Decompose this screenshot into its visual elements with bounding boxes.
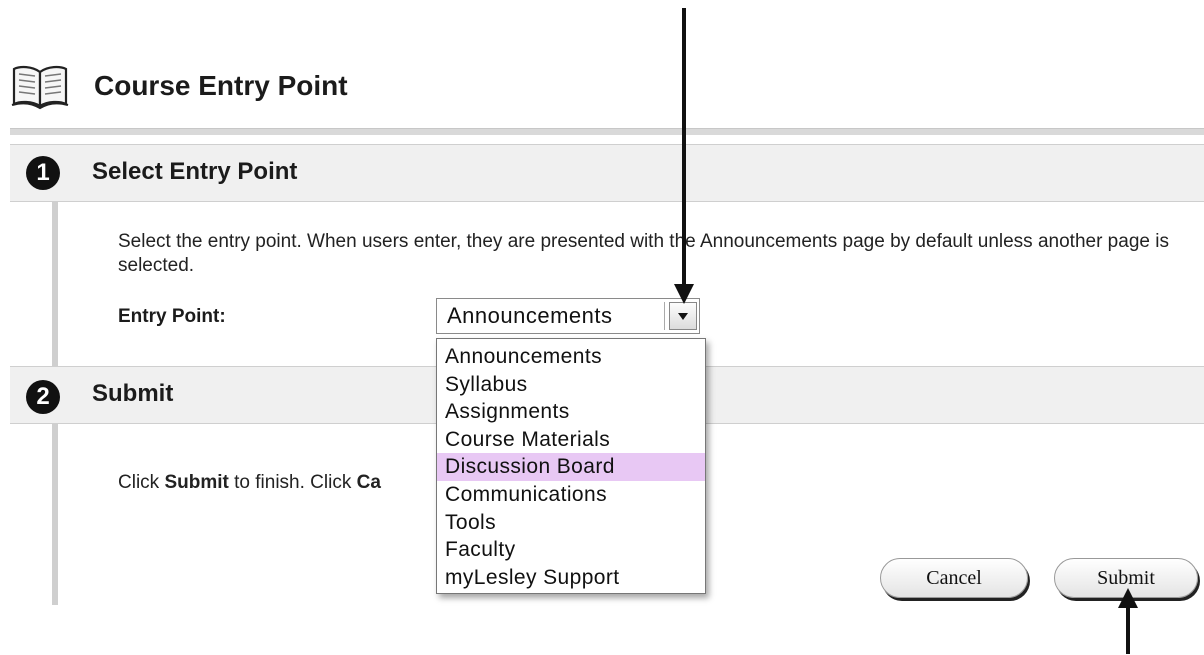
book-icon (11, 65, 69, 110)
step2-guide-line (52, 423, 58, 605)
submit-instructions: Click Submit to finish. Click Ca (118, 472, 381, 494)
dropdown-option-communications[interactable]: Communications (437, 481, 705, 509)
page-title: Course Entry Point (94, 70, 348, 101)
dropdown-option-faculty[interactable]: Faculty (437, 536, 705, 564)
dropdown-option-discussion-board[interactable]: Discussion Board (437, 453, 705, 481)
chevron-down-icon[interactable] (669, 302, 697, 330)
submit-text-middle: to finish. Click (228, 472, 357, 493)
entry-point-select[interactable]: Announcements (436, 298, 700, 334)
dropdown-option-announcements[interactable]: Announcements (437, 343, 705, 371)
entry-point-dropdown-list[interactable]: Announcements Syllabus Assignments Cours… (436, 338, 706, 594)
dropdown-option-course-materials[interactable]: Course Materials (437, 426, 705, 454)
annotation-arrow-top-head (674, 284, 694, 304)
step2-title: Submit (92, 380, 174, 407)
step2-number-badge: 2 (26, 380, 60, 414)
annotation-arrow-top-line (682, 8, 686, 286)
step1-instructions: Select the entry point. When users enter… (118, 231, 1169, 276)
dropdown-option-syllabus[interactable]: Syllabus (437, 371, 705, 399)
submit-text-submit: Submit (164, 472, 229, 493)
step1-guide-line (52, 201, 58, 366)
submit-text-prefix: Click (118, 472, 165, 493)
submit-text-cancel: Ca (356, 472, 381, 493)
dropdown-option-mylesley-support[interactable]: myLesley Support (437, 564, 705, 592)
entry-point-label: Entry Point: (118, 306, 226, 327)
dropdown-option-tools[interactable]: Tools (437, 509, 705, 537)
step1-number-badge: 1 (26, 156, 60, 190)
entry-point-select-value: Announcements (437, 302, 665, 330)
title-divider (10, 128, 1204, 135)
dropdown-option-assignments[interactable]: Assignments (437, 398, 705, 426)
annotation-arrow-bottom-line (1126, 606, 1130, 654)
cancel-button[interactable]: Cancel (880, 558, 1028, 598)
step1-title: Select Entry Point (92, 158, 298, 185)
